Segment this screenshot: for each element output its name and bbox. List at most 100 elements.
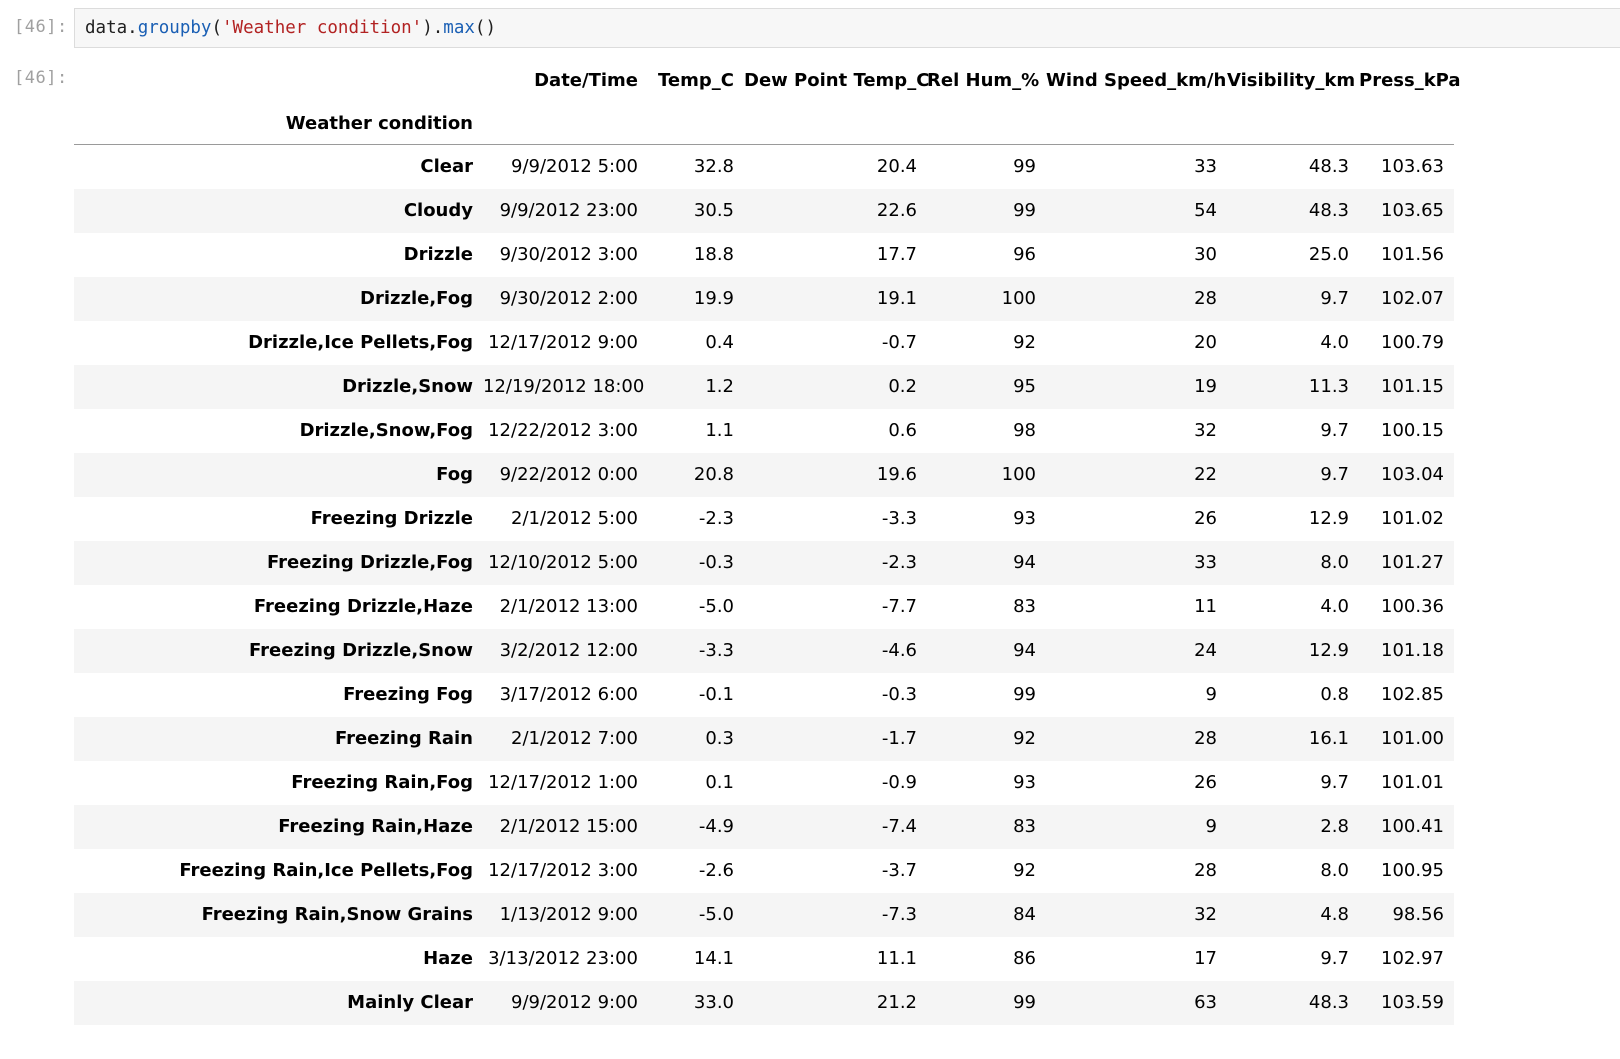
table-cell: 28: [1194, 728, 1217, 749]
table-row: Freezing Drizzle 2/1/2012 5:00 -2.3 -3.3 93 2…: [74, 497, 1454, 541]
table-row: Freezing Rain,Haze 2/1/2012 15:00 -4.9 -7.4…: [74, 804, 1454, 849]
row-index-label: Haze: [423, 948, 473, 969]
column-header: Temp_C: [658, 69, 734, 91]
table-cell: 101.15: [1381, 376, 1444, 397]
table-cell: 95: [1013, 376, 1036, 397]
table-row: Cloudy 9/9/2012 23:00 30.5 22.6 99 54 48.3 103.…: [74, 188, 1454, 233]
table-cell: 99: [1013, 156, 1036, 178]
table-cell: 33: [1194, 552, 1217, 573]
table-cell: 19.1: [876, 288, 917, 309]
table-cell: 12/10/2012 5:00: [488, 552, 638, 573]
table-cell: -5.0: [698, 596, 734, 617]
column-header: Visibility_km: [1227, 69, 1356, 91]
corner-cell: [74, 58, 483, 102]
table-cell: 28: [1194, 288, 1217, 309]
table-cell: 22.6: [876, 200, 917, 221]
table-cell: 48.3: [1308, 200, 1349, 221]
row-index-label: Drizzle,Ice Pellets,Fog: [248, 332, 473, 353]
table-cell: 18.8: [693, 244, 734, 265]
table-cell: 26: [1194, 772, 1217, 793]
input-prompt: [46]:: [14, 17, 68, 37]
table-cell: 101.27: [1381, 552, 1444, 573]
table-cell: 11: [1194, 596, 1217, 617]
table-cell: 2/1/2012 7:00: [511, 728, 638, 749]
table-cell: 19.6: [876, 464, 917, 485]
table-cell: -3.3: [881, 508, 917, 529]
table-cell: 100: [1001, 464, 1036, 485]
table-row: Mainly Clear 9/9/2012 9:00 33.0 21.2 99 63 48.…: [74, 980, 1454, 1025]
index-name-row: Weather condition: [74, 102, 1454, 145]
table-cell: 16.1: [1308, 728, 1349, 749]
table-cell: 9/9/2012 9:00: [511, 992, 638, 1013]
table-cell: 101.00: [1381, 728, 1444, 749]
table-cell: 93: [1013, 508, 1036, 529]
table-cell: 0.1: [705, 772, 734, 793]
table-cell: 102.85: [1381, 684, 1444, 705]
table-cell: -0.3: [881, 684, 917, 705]
table-cell: 63: [1194, 992, 1217, 1013]
row-index-label: Fog: [436, 464, 473, 485]
column-header: Rel Hum_%: [927, 69, 1040, 91]
table-cell: 100: [1001, 288, 1036, 309]
table-cell: 102.07: [1381, 288, 1444, 309]
table-cell: 4.0: [1320, 596, 1349, 617]
table-cell: 92: [1013, 728, 1036, 749]
table-cell: 9/30/2012 3:00: [499, 244, 638, 265]
dataframe-table: Date/Time Temp_C Dew Point Temp_C Rel Hu…: [74, 58, 1461, 1025]
table-row: Freezing Rain,Fog 12/17/2012 1:00 0.1 -0.9 9…: [74, 761, 1454, 805]
table-cell: 19: [1194, 376, 1217, 397]
table-cell: 12.9: [1308, 640, 1349, 661]
table-cell: 30: [1194, 244, 1217, 265]
code-editor[interactable]: data.groupby('Weather condition').max(): [74, 8, 1620, 48]
table-cell: 100.36: [1381, 596, 1444, 617]
table-cell: -4.6: [881, 640, 917, 661]
table-cell: -3.7: [881, 860, 917, 881]
table-cell: 2/1/2012 13:00: [499, 596, 638, 617]
code-method-max: max: [443, 18, 475, 38]
table-cell: 103.65: [1381, 200, 1444, 221]
row-index-label: Freezing Rain: [334, 728, 473, 749]
table-cell: 12/19/2012 18:00: [483, 376, 645, 397]
table-cell: 2.8: [1320, 816, 1349, 837]
table-cell: 9.7: [1320, 288, 1349, 309]
table-cell: 4.0: [1320, 332, 1349, 353]
table-row: Drizzle,Ice Pellets,Fog 12/17/2012 9:00 0.…: [74, 321, 1454, 365]
table-cell: -0.3: [698, 552, 734, 573]
table-cell: -5.0: [698, 904, 734, 925]
table-cell: 3/2/2012 12:00: [499, 640, 638, 661]
table-cell: 94: [1013, 640, 1036, 661]
table-cell: -1.7: [881, 728, 917, 749]
table-cell: 99: [1013, 684, 1036, 705]
table-cell: 103.59: [1381, 992, 1444, 1013]
column-header-row: Date/Time Temp_C Dew Point Temp_C Rel Hu…: [74, 58, 1460, 102]
table-cell: 54: [1194, 200, 1217, 221]
table-cell: 9/30/2012 2:00: [499, 288, 638, 309]
table-cell: 100.95: [1381, 860, 1444, 881]
table-row: Drizzle,Snow 12/19/2012 18:00 1.2 0.2 95 19 11…: [74, 364, 1454, 409]
table-cell: -2.3: [698, 508, 734, 529]
code-call-parens: (): [474, 18, 496, 38]
table-row: Freezing Drizzle,Snow 3/2/2012 12:00 -3.3 -…: [74, 628, 1454, 673]
table-cell: 20.8: [693, 464, 734, 485]
row-index-label: Freezing Rain,Snow Grains: [201, 904, 473, 925]
code-string-arg: 'Weather condition': [222, 18, 423, 38]
row-index-label: Freezing Rain,Fog: [291, 772, 473, 793]
table-cell: 24: [1194, 640, 1217, 661]
table-cell: 9.7: [1320, 464, 1349, 485]
table-row: Freezing Rain 2/1/2012 7:00 0.3 -1.7 92 28 16.…: [74, 716, 1454, 761]
table-cell: 102.97: [1381, 948, 1444, 969]
table-cell: 12/17/2012 1:00: [488, 772, 638, 793]
table-cell: 9/9/2012 5:00: [511, 156, 638, 178]
table-cell: 0.4: [705, 332, 734, 353]
row-index-label: Mainly Clear: [347, 992, 473, 1013]
table-body: Clear 9/9/2012 5:00 32.8 20.4 99 33 48.3 103.63…: [74, 145, 1454, 1025]
table-row: Fog 9/22/2012 0:00 20.8 19.6 100 22 9.7 103.04: [74, 452, 1454, 497]
table-cell: 99: [1013, 200, 1036, 221]
input-cell[interactable]: [46]: data.groupby('Weather condition').…: [0, 8, 1620, 50]
table-cell: 20: [1194, 332, 1217, 353]
table-cell: 0.8: [1320, 684, 1349, 705]
table-cell: -7.3: [881, 904, 917, 925]
table-cell: -7.4: [881, 816, 917, 837]
table-cell: 93: [1013, 772, 1036, 793]
row-index-label: Freezing Rain,Ice Pellets,Fog: [179, 860, 473, 881]
